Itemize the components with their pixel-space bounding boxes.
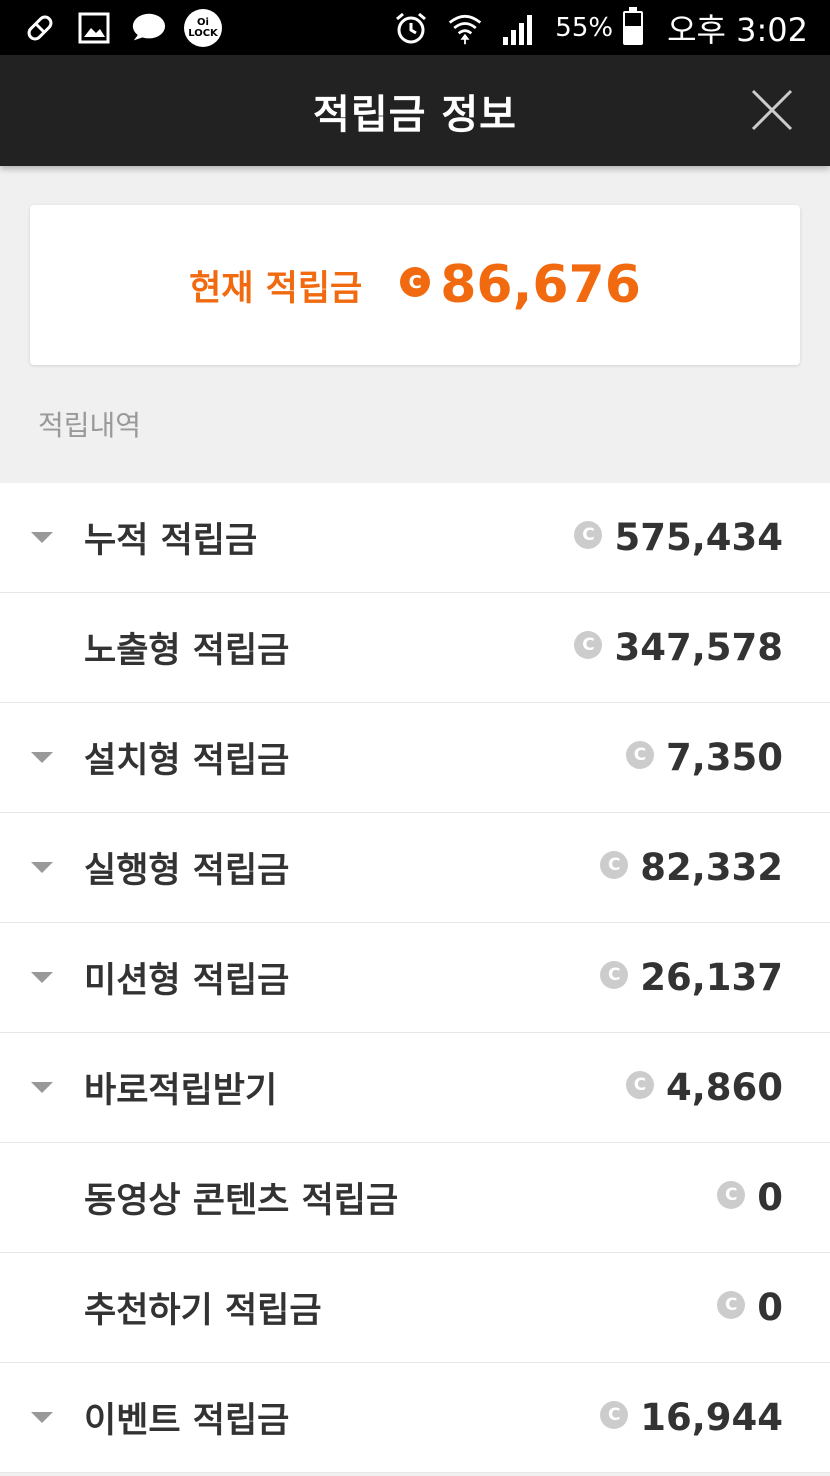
history-row[interactable]: 실행형 적립금 C 82,332 bbox=[0, 813, 830, 923]
history-row[interactable]: 미션형 적립금 C 26,137 bbox=[0, 923, 830, 1033]
history-row-label: 추천하기 적립금 bbox=[84, 1291, 322, 1331]
current-balance-label: 현재 적립금 bbox=[189, 268, 363, 309]
wifi-icon bbox=[447, 10, 483, 46]
history-row-value: 0 bbox=[757, 1286, 783, 1329]
history-row: 동영상 콘텐츠 적립금 C 0 bbox=[0, 1143, 830, 1253]
status-bar: Oi LOCK 55% 오후 3:02 bbox=[0, 0, 830, 55]
history-section-label: 적립내역 bbox=[38, 409, 142, 442]
expand-arrow-icon[interactable] bbox=[30, 532, 53, 543]
expand-arrow-icon[interactable] bbox=[30, 862, 53, 873]
pill-icon bbox=[22, 10, 58, 46]
coin-icon: C bbox=[400, 267, 431, 297]
history-row-label: 노출형 적립금 bbox=[84, 631, 290, 671]
history-row-value: 16,944 bbox=[640, 1396, 783, 1439]
coin-icon: C bbox=[600, 1400, 629, 1429]
system-icons: 55% 오후 3:02 bbox=[393, 5, 808, 51]
current-balance-value: 86,676 bbox=[440, 255, 641, 315]
title-bar: 적립금 정보 bbox=[0, 55, 830, 166]
history-row-value: 575,434 bbox=[614, 516, 783, 559]
coin-icon: C bbox=[717, 1290, 746, 1319]
history-row-label: 이벤트 적립금 bbox=[84, 1401, 290, 1441]
history-row[interactable]: 설치형 적립금 C 7,350 bbox=[0, 703, 830, 813]
chat-bubble-icon bbox=[130, 10, 166, 46]
coin-icon: C bbox=[717, 1180, 746, 1209]
coin-icon: C bbox=[574, 630, 603, 659]
history-row[interactable]: 이벤트 적립금 C 16,944 bbox=[0, 1363, 830, 1473]
history-row-value: 7,350 bbox=[665, 736, 783, 779]
clock: 오후 3:02 bbox=[667, 10, 808, 49]
history-row: 추천하기 적립금 C 0 bbox=[0, 1253, 830, 1363]
expand-arrow-icon[interactable] bbox=[30, 752, 53, 763]
history-row-label: 설치형 적립금 bbox=[84, 741, 290, 781]
history-row-value: 26,137 bbox=[640, 956, 783, 999]
expand-arrow-icon[interactable] bbox=[30, 972, 53, 983]
history-row-label: 누적 적립금 bbox=[84, 521, 258, 561]
coin-icon: C bbox=[625, 740, 654, 769]
history-row-value: 347,578 bbox=[614, 626, 783, 669]
history-row-label: 동영상 콘텐츠 적립금 bbox=[84, 1181, 399, 1221]
history-list: 누적 적립금 C 575,434 노출형 적립금 C 347,578 설치형 적립금 C 7,3… bbox=[0, 483, 830, 1473]
history-row: 노출형 적립금 C 347,578 bbox=[0, 593, 830, 703]
history-row-label: 미션형 적립금 bbox=[84, 961, 290, 1001]
coin-icon: C bbox=[600, 960, 629, 989]
close-icon bbox=[751, 89, 793, 131]
signal-icon bbox=[501, 10, 537, 46]
coin-icon: C bbox=[600, 850, 629, 879]
current-balance-card: 현재 적립금 C 86,676 bbox=[30, 205, 800, 365]
expand-arrow-icon[interactable] bbox=[30, 1412, 53, 1423]
history-row-label: 바로적립받기 bbox=[84, 1071, 278, 1111]
coin-icon: C bbox=[625, 1070, 654, 1099]
expand-arrow-icon[interactable] bbox=[30, 1082, 53, 1093]
lock-app-icon: Oi LOCK bbox=[184, 8, 222, 47]
history-row-label: 실행형 적립금 bbox=[84, 851, 290, 891]
history-row-value: 4,860 bbox=[665, 1066, 783, 1109]
battery-percentage: 55% bbox=[555, 12, 614, 43]
page-title: 적립금 정보 bbox=[313, 91, 517, 138]
history-row-value: 82,332 bbox=[640, 846, 783, 889]
history-row-value: 0 bbox=[757, 1176, 783, 1219]
alarm-icon bbox=[393, 10, 429, 46]
image-icon bbox=[76, 10, 112, 46]
notification-icons: Oi LOCK bbox=[22, 8, 222, 47]
history-row[interactable]: 바로적립받기 C 4,860 bbox=[0, 1033, 830, 1143]
coin-icon: C bbox=[574, 520, 603, 549]
close-button[interactable] bbox=[750, 88, 794, 132]
history-row[interactable]: 누적 적립금 C 575,434 bbox=[0, 483, 830, 593]
battery-icon bbox=[623, 6, 644, 45]
